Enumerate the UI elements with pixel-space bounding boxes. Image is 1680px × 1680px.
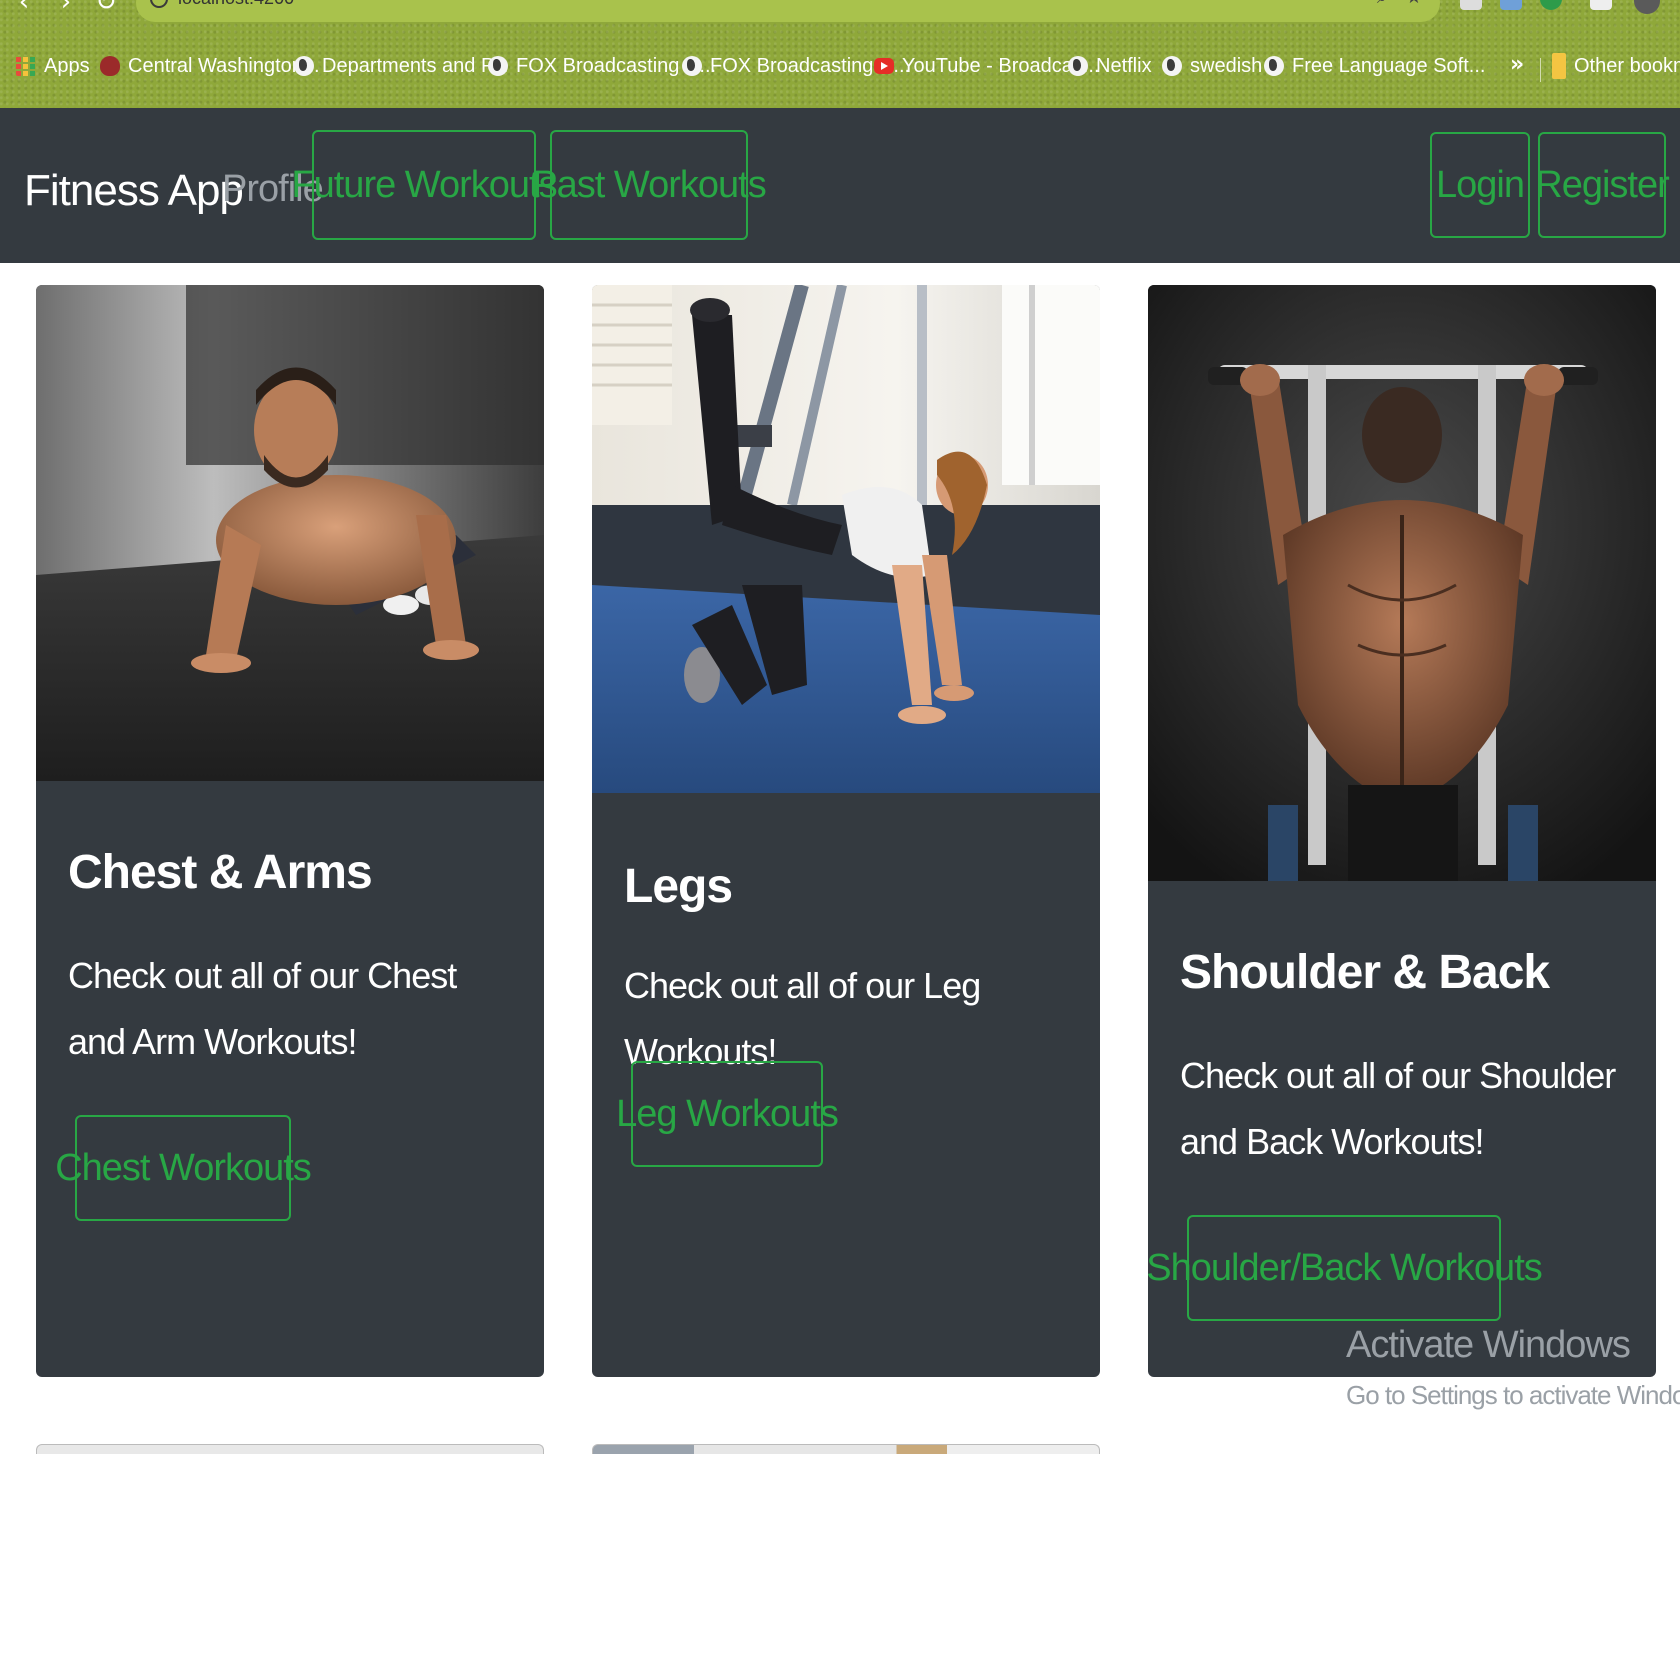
- bookmark-item[interactable]: Central Washington...: [100, 52, 320, 80]
- card-title: Legs: [624, 860, 733, 913]
- bug-favicon-icon: [100, 56, 120, 76]
- extension-icon[interactable]: [1500, 0, 1522, 10]
- card-image: [1148, 285, 1656, 881]
- other-bookmarks[interactable]: Other bookmar: [1552, 52, 1680, 80]
- leg-workout-photo: [592, 285, 1100, 793]
- register-button[interactable]: Register: [1535, 132, 1670, 238]
- apps-grid-icon: [16, 56, 36, 76]
- past-workouts-button[interactable]: Past Workouts: [532, 130, 767, 240]
- bookmarks-divider: [1540, 58, 1541, 82]
- folder-icon: [1552, 53, 1566, 79]
- extension-icon[interactable]: [1460, 0, 1482, 10]
- brand-title[interactable]: Fitness App: [24, 166, 244, 216]
- bookmark-item[interactable]: Netflix: [1068, 52, 1152, 80]
- bookmark-label: Apps: [44, 54, 90, 77]
- globe-icon: [1264, 56, 1284, 76]
- bookmark-item[interactable]: Free Language Soft...: [1264, 52, 1485, 80]
- bookmark-apps[interactable]: Apps: [16, 52, 90, 80]
- card-text: Check out all of our Chest and Arm Worko…: [68, 955, 457, 1062]
- bookmarks-bar: Apps Central Washington... Departments a…: [0, 44, 1680, 88]
- forward-arrow-icon[interactable]: ›: [52, 0, 80, 16]
- workout-card-partial: [592, 1444, 1100, 1454]
- bookmark-star-icon[interactable]: ★: [1404, 0, 1424, 8]
- bookmark-label: Departments and P...: [322, 54, 509, 77]
- bookmark-label: Central Washington...: [128, 54, 320, 77]
- address-bar[interactable]: localhost:4200 ⌕ ★: [136, 0, 1440, 22]
- leg-workouts-button[interactable]: Leg Workouts: [616, 1061, 839, 1167]
- workout-card-chest: Chest & Arms Check out all of our Chest …: [36, 285, 544, 1377]
- bookmark-item[interactable]: YouTube - Broadcas...: [874, 52, 1100, 80]
- puzzle-icon[interactable]: [1590, 0, 1612, 10]
- extension-icon[interactable]: [1540, 0, 1562, 10]
- workout-card-partial: [36, 1444, 544, 1454]
- card-title: Shoulder & Back: [1180, 946, 1550, 999]
- search-icon[interactable]: ⌕: [1372, 0, 1392, 8]
- chest-workouts-button[interactable]: Chest Workouts: [55, 1115, 312, 1221]
- card-title: Chest & Arms: [68, 846, 373, 899]
- workout-card-shoulder-back: Shoulder & Back Check out all of our Sho…: [1148, 285, 1656, 1377]
- bookmark-item[interactable]: swedish: [1162, 52, 1262, 80]
- more-bookmarks-button[interactable]: »: [1510, 52, 1524, 77]
- card-text: Check out all of our Shoulder and Back W…: [1180, 1055, 1616, 1162]
- address-url[interactable]: localhost:4200: [178, 0, 294, 9]
- bookmark-label: Netflix: [1096, 54, 1152, 77]
- shoulder-back-workouts-button[interactable]: Shoulder/Back Workouts: [1148, 1215, 1543, 1321]
- future-workouts-button[interactable]: Future Workouts: [291, 130, 558, 240]
- pushup-photo: [36, 285, 544, 781]
- globe-icon: [294, 56, 314, 76]
- avatar[interactable]: [1634, 0, 1660, 14]
- globe-icon: [488, 56, 508, 76]
- bookmark-label: Other bookmar: [1574, 54, 1680, 77]
- card-image: [592, 285, 1100, 793]
- bookmark-item[interactable]: Departments and P...: [294, 52, 508, 80]
- youtube-icon: [874, 58, 894, 74]
- bookmark-label: swedish: [1190, 54, 1263, 77]
- activate-windows-title: Activate Windows: [1346, 1324, 1631, 1366]
- browser-chrome: ‹ › ↻ localhost:4200 ⌕ ★ Apps Central Wa…: [0, 0, 1680, 108]
- activate-windows-subtitle: Go to Settings to activate Windows.: [1346, 1380, 1680, 1410]
- login-button[interactable]: Login: [1430, 132, 1530, 238]
- browser-toolbar: ‹ › ↻ localhost:4200 ⌕ ★: [0, 0, 1680, 26]
- card-image: [36, 285, 544, 781]
- pullup-photo: [1148, 285, 1656, 881]
- reload-icon[interactable]: ↻: [92, 0, 120, 16]
- workout-card-legs: Legs Check out all of our Leg Workouts! …: [592, 285, 1100, 1377]
- app-navbar: Fitness App Profile Future Workouts Past…: [0, 108, 1680, 263]
- site-info-icon[interactable]: [150, 0, 168, 8]
- globe-icon: [682, 56, 702, 76]
- globe-icon: [1068, 56, 1088, 76]
- bookmark-label: Free Language Soft...: [1292, 54, 1486, 77]
- globe-icon: [1162, 56, 1182, 76]
- back-arrow-icon[interactable]: ‹: [10, 0, 38, 16]
